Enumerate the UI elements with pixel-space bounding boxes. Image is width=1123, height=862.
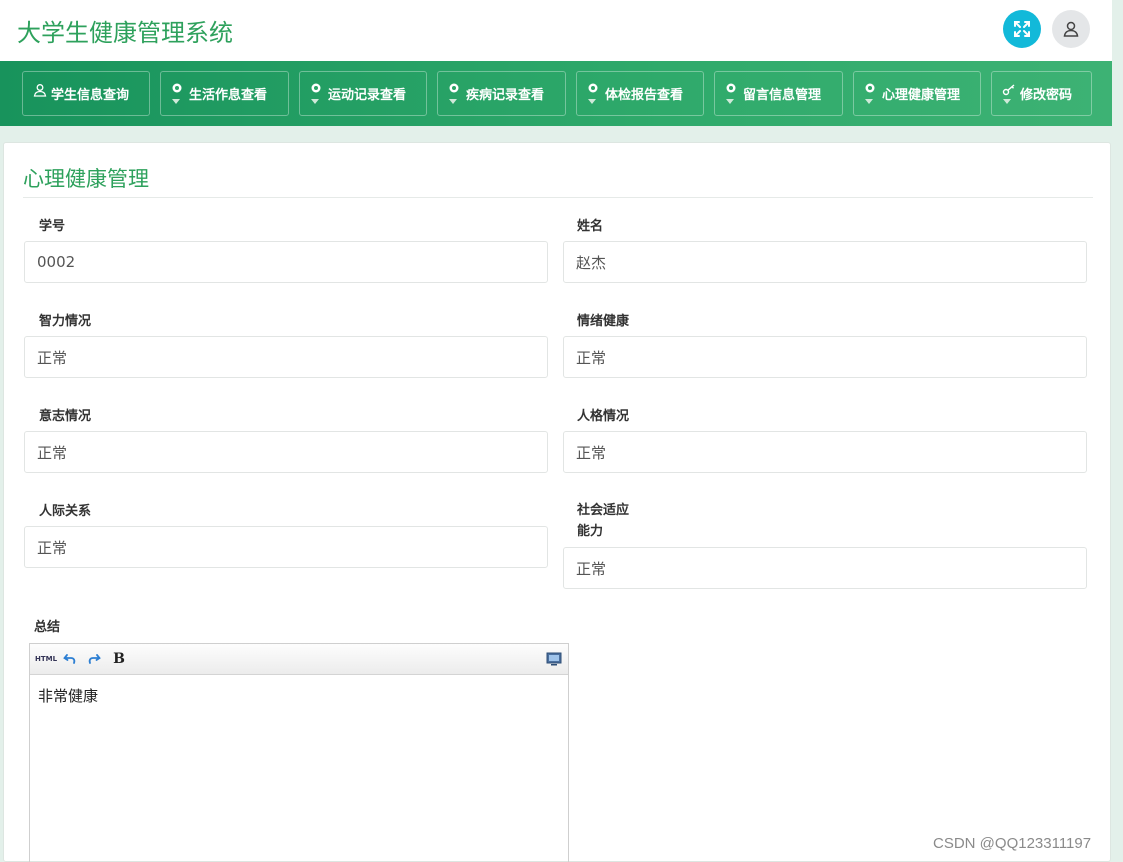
key-icon [1002,81,1016,107]
interpersonal-field[interactable] [24,526,548,568]
name-label: 姓名 [577,219,604,234]
header: 大学生健康管理系统 [0,0,1112,61]
app-title: 大学生健康管理系统 [17,19,233,47]
summary-label: 总结 [34,620,61,635]
leaf-icon [448,81,462,107]
chevron-down-icon [311,98,319,104]
leaf-icon [864,81,878,107]
user-icon [33,81,47,107]
top-nav: 学生信息查询 生活作息查看 运动记录查看 疾病记录查看 体检报告查看 留言信息管… [0,61,1112,126]
summary-editor: HTML B 非常健康 [29,643,569,862]
student-id-label: 学号 [39,219,66,234]
social-adaptation-field[interactable] [563,547,1087,589]
personality-label: 人格情况 [577,409,630,424]
nav-item-label: 留言信息管理 [743,88,822,103]
expand-icon [1014,21,1030,37]
bold-icon: B [113,651,125,667]
bold-button[interactable]: B [110,650,128,668]
user-menu-button[interactable] [1052,10,1090,48]
mental-health-panel: 心理健康管理 学号 姓名 智力情况 情绪健康 意志情况 人格情况 人际关系 社会… [3,142,1111,862]
divider [23,197,1093,198]
name-field[interactable] [563,241,1087,283]
chevron-down-icon [588,98,596,104]
nav-item-exercise[interactable]: 运动记录查看 [299,71,427,116]
personality-field[interactable] [563,431,1087,473]
editor-content[interactable]: 非常健康 [30,675,568,716]
social-adaptation-label-line1: 社会适应 [577,503,630,518]
nav-item-student-info[interactable]: 学生信息查询 [22,71,150,116]
nav-item-label: 学生信息查询 [51,88,130,103]
leaf-icon [587,81,601,107]
redo-button[interactable] [85,650,103,668]
social-adaptation-label: 社会适应 能力 [577,500,629,542]
editor-toolbar: HTML B [30,644,568,675]
will-label: 意志情况 [39,409,92,424]
nav-item-mental-health[interactable]: 心理健康管理 [853,71,981,116]
intelligence-label: 智力情况 [39,314,92,329]
nav-item-label: 运动记录查看 [328,88,407,103]
leaf-icon [725,81,739,107]
nav-item-label: 心理健康管理 [882,88,961,103]
nav-item-label: 疾病记录查看 [466,88,545,103]
redo-icon [88,654,101,664]
leaf-icon [310,81,324,107]
nav-item-checkup[interactable]: 体检报告查看 [576,71,704,116]
chevron-down-icon [449,98,457,104]
watermark: CSDN @QQ123311197 [933,835,1092,852]
leaf-icon [171,81,185,107]
social-adaptation-label-line2: 能力 [577,524,604,539]
nav-item-disease[interactable]: 疾病记录查看 [437,71,566,116]
nav-item-change-password[interactable]: 修改密码 [991,71,1092,116]
will-field[interactable] [24,431,548,473]
student-id-field[interactable] [24,241,548,283]
nav-item-label: 体检报告查看 [605,88,684,103]
html-icon: HTML [34,655,58,663]
chevron-down-icon [1003,98,1011,104]
fullscreen-button[interactable] [1003,10,1041,48]
page-title: 心理健康管理 [23,167,149,191]
monitor-icon [546,652,562,666]
intelligence-field[interactable] [24,336,548,378]
user-icon [1063,21,1079,37]
emotion-field[interactable] [563,336,1087,378]
html-source-button[interactable]: HTML [35,650,57,668]
interpersonal-label: 人际关系 [39,504,92,519]
undo-button[interactable] [61,650,79,668]
chevron-down-icon [865,98,873,104]
nav-item-daily-routine[interactable]: 生活作息查看 [160,71,289,116]
nav-item-label: 生活作息查看 [189,88,268,103]
nav-item-messages[interactable]: 留言信息管理 [714,71,843,116]
chevron-down-icon [726,98,734,104]
chevron-down-icon [172,98,180,104]
nav-item-label: 修改密码 [1020,88,1073,103]
fullscreen-editor-button[interactable] [544,650,564,668]
undo-icon [63,654,76,664]
emotion-label: 情绪健康 [577,314,630,329]
